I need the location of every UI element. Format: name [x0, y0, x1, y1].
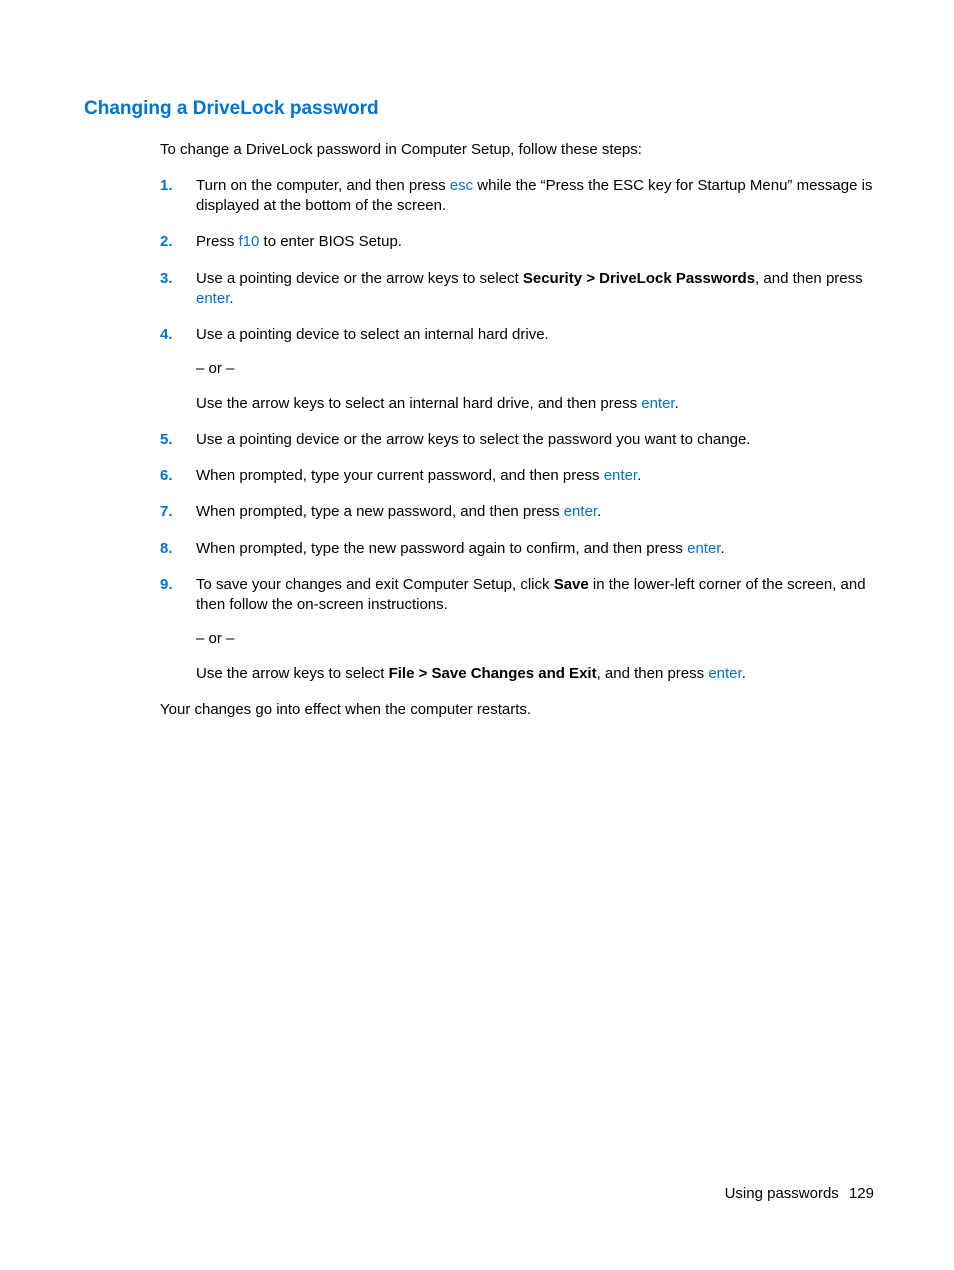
step-paragraph: To save your changes and exit Computer S… [196, 575, 874, 616]
section-heading: Changing a DriveLock password [84, 96, 874, 122]
step-item: 4.Use a pointing device to select an int… [160, 325, 874, 414]
footer-section-name: Using passwords [725, 1185, 839, 1202]
step-number: 6. [160, 466, 196, 486]
text-run: Use a pointing device to select an inter… [196, 326, 549, 343]
text-run: When prompted, type your current passwor… [196, 467, 604, 484]
document-page: Changing a DriveLock password To change … [0, 0, 954, 720]
text-run: When prompted, type the new password aga… [196, 540, 687, 557]
step-paragraph: – or – [196, 629, 874, 649]
step-paragraph: Use a pointing device or the arrow keys … [196, 269, 874, 310]
step-body: When prompted, type the new password aga… [196, 539, 874, 559]
step-item: 8.When prompted, type the new password a… [160, 539, 874, 559]
step-number: 7. [160, 502, 196, 522]
step-number: 4. [160, 325, 196, 414]
text-run: Press [196, 233, 239, 250]
bold-text: Save [554, 576, 589, 593]
text-run: Turn on the computer, and then press [196, 177, 450, 194]
text-run: . [637, 467, 641, 484]
steps-list: 1.Turn on the computer, and then press e… [160, 176, 874, 684]
text-run: , and then press [597, 665, 709, 682]
bold-text: File > Save Changes and Exit [389, 665, 597, 682]
text-run: – or – [196, 630, 234, 647]
step-number: 3. [160, 269, 196, 310]
page-footer: Using passwords 129 [725, 1184, 874, 1204]
step-item: 6.When prompted, type your current passw… [160, 466, 874, 486]
text-run: , and then press [755, 270, 863, 287]
key-name: enter [564, 503, 597, 520]
step-paragraph: When prompted, type the new password aga… [196, 539, 874, 559]
outro-text: Your changes go into effect when the com… [160, 700, 874, 720]
text-run: . [742, 665, 746, 682]
bold-text: Security > DriveLock Passwords [523, 270, 755, 287]
text-run: To save your changes and exit Computer S… [196, 576, 554, 593]
key-name: enter [708, 665, 741, 682]
text-run: When prompted, type a new password, and … [196, 503, 564, 520]
key-name: f10 [239, 233, 260, 250]
key-name: enter [641, 395, 674, 412]
text-run: . [720, 540, 724, 557]
step-body: Press f10 to enter BIOS Setup. [196, 232, 874, 252]
step-paragraph: Use the arrow keys to select File > Save… [196, 664, 874, 684]
text-run: . [229, 290, 233, 307]
step-paragraph: Press f10 to enter BIOS Setup. [196, 232, 874, 252]
step-paragraph: Use a pointing device or the arrow keys … [196, 430, 874, 450]
step-paragraph: Use the arrow keys to select an internal… [196, 394, 874, 414]
step-number: 8. [160, 539, 196, 559]
step-item: 7.When prompted, type a new password, an… [160, 502, 874, 522]
text-run: Use the arrow keys to select an internal… [196, 395, 641, 412]
step-body: To save your changes and exit Computer S… [196, 575, 874, 684]
step-item: 1.Turn on the computer, and then press e… [160, 176, 874, 217]
text-run: Use the arrow keys to select [196, 665, 389, 682]
step-body: Use a pointing device or the arrow keys … [196, 430, 874, 450]
text-run: to enter BIOS Setup. [259, 233, 402, 250]
key-name: enter [604, 467, 637, 484]
step-paragraph: When prompted, type your current passwor… [196, 466, 874, 486]
step-body: Use a pointing device to select an inter… [196, 325, 874, 414]
text-run: . [597, 503, 601, 520]
step-item: 9.To save your changes and exit Computer… [160, 575, 874, 684]
step-body: Turn on the computer, and then press esc… [196, 176, 874, 217]
step-item: 3.Use a pointing device or the arrow key… [160, 269, 874, 310]
step-body: When prompted, type your current passwor… [196, 466, 874, 486]
text-run: Use a pointing device or the arrow keys … [196, 270, 523, 287]
step-paragraph: – or – [196, 359, 874, 379]
step-paragraph: Use a pointing device to select an inter… [196, 325, 874, 345]
step-number: 2. [160, 232, 196, 252]
text-run: – or – [196, 360, 234, 377]
step-body: Use a pointing device or the arrow keys … [196, 269, 874, 310]
key-name: esc [450, 177, 473, 194]
footer-page-number: 129 [849, 1185, 874, 1202]
step-paragraph: When prompted, type a new password, and … [196, 502, 874, 522]
step-item: 5.Use a pointing device or the arrow key… [160, 430, 874, 450]
key-name: enter [196, 290, 229, 307]
step-number: 1. [160, 176, 196, 217]
step-body: When prompted, type a new password, and … [196, 502, 874, 522]
step-item: 2.Press f10 to enter BIOS Setup. [160, 232, 874, 252]
intro-text: To change a DriveLock password in Comput… [160, 140, 874, 160]
key-name: enter [687, 540, 720, 557]
step-number: 9. [160, 575, 196, 684]
text-run: Use a pointing device or the arrow keys … [196, 431, 750, 448]
text-run: . [675, 395, 679, 412]
step-paragraph: Turn on the computer, and then press esc… [196, 176, 874, 217]
step-number: 5. [160, 430, 196, 450]
